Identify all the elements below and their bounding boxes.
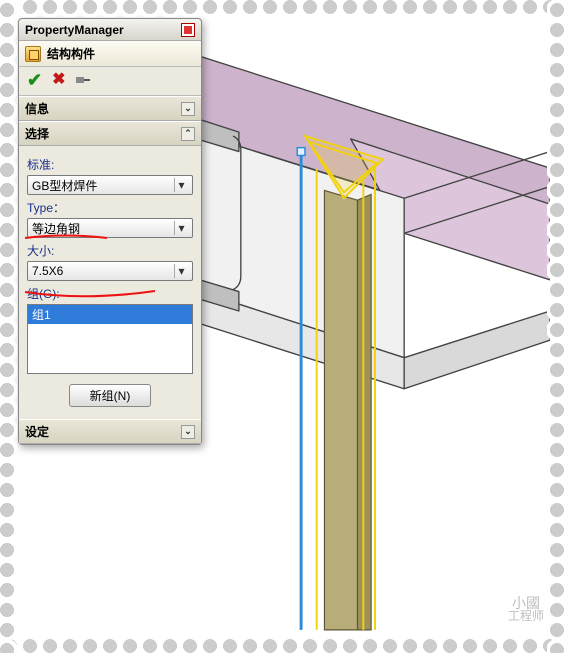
dropdown-arrow-icon: ▾ [174,221,188,235]
keep-visible-icon[interactable] [76,74,90,86]
dropdown-size-value: 7.5X6 [32,264,174,278]
chevron-down-icon: ⌄ [181,425,195,439]
section-title-select: 选择 [25,125,49,142]
ok-button[interactable]: ✔ [27,71,42,89]
feature-header: 结构构件 [19,41,201,67]
section-header-info[interactable]: 信息 ⌄ [19,97,201,121]
new-group-button[interactable]: 新组(N) [69,384,152,407]
groups-listbox[interactable]: 组1 [27,304,193,374]
section-header-settings[interactable]: 设定 ⌄ [19,420,201,444]
dropdown-type[interactable]: 等边角钢 ▾ [27,218,193,238]
label-groups: 组(G): [27,285,193,302]
action-bar: ✔ ✖ [19,67,201,96]
model-viewport[interactable] [200,18,550,639]
dropdown-standard[interactable]: GB型材焊件 ▾ [27,175,193,195]
section-body-select: 标准: GB型材焊件 ▾ Type： 等边角钢 ▾ 大小: 7.5X6 ▾ [19,146,201,419]
label-type: Type： [27,199,193,216]
pin-panel-icon[interactable] [181,23,195,37]
list-item[interactable]: 组1 [28,305,192,324]
chevron-down-icon: ⌄ [181,102,195,116]
dropdown-arrow-icon: ▾ [174,178,188,192]
panel-title: PropertyManager [25,23,124,37]
structural-member-icon [25,46,41,62]
feature-name: 结构构件 [47,45,95,62]
section-title-info: 信息 [25,100,49,117]
dropdown-type-value: 等边角钢 [32,220,174,237]
dropdown-size[interactable]: 7.5X6 ▾ [27,261,193,281]
new-group-button-label: 新组(N) [90,389,131,403]
dropdown-standard-value: GB型材焊件 [32,177,174,194]
label-size: 大小: [27,242,193,259]
chevron-up-icon: ⌃ [181,127,195,141]
label-standard: 标准: [27,156,193,173]
cancel-button[interactable]: ✖ [52,72,65,88]
section-title-settings: 设定 [25,423,49,440]
property-manager-panel: PropertyManager 结构构件 ✔ ✖ 信息 ⌄ 选择 ⌃ 标准: G… [18,18,202,445]
panel-titlebar: PropertyManager [19,19,201,41]
dropdown-arrow-icon: ▾ [174,264,188,278]
section-header-select[interactable]: 选择 ⌃ [19,122,201,146]
